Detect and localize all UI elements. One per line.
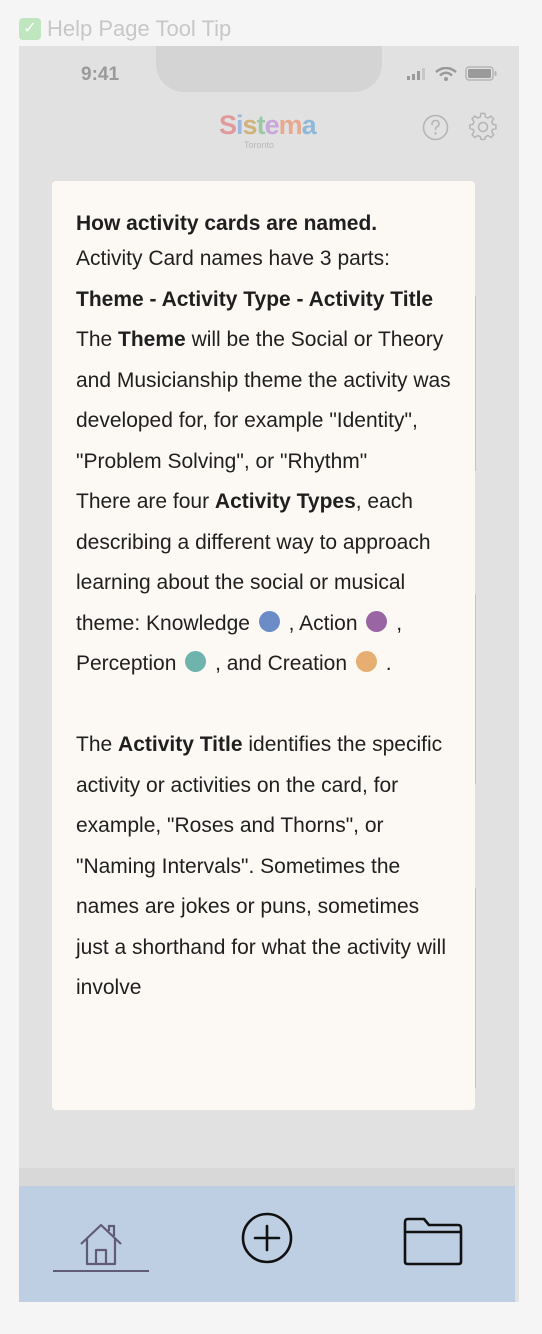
theme-term: Theme: [118, 328, 186, 351]
activity-title-paragraph: The Activity Title identifies the specif…: [76, 725, 451, 1009]
phone-notch: [156, 46, 382, 92]
type-separator: , and: [209, 652, 262, 675]
title-prefix: The: [76, 733, 113, 756]
signal-icon: [407, 67, 425, 80]
tab-home[interactable]: [53, 1186, 149, 1302]
tooltip-pattern: Theme - Activity Type - Activity Title: [76, 280, 451, 321]
folder-icon[interactable]: [402, 1216, 464, 1266]
gear-icon[interactable]: [468, 112, 498, 142]
creation-dot-icon: [355, 651, 377, 672]
status-time: 9:41: [81, 64, 120, 85]
logo-letter: t: [256, 110, 266, 140]
type-separator: ,: [390, 611, 403, 635]
brand-subtitle: Toronto: [243, 140, 275, 150]
help-tooltip: How activity cards are named. Activity C…: [52, 181, 475, 1110]
name-pattern: Theme - Activity Type - Activity Title: [76, 287, 434, 311]
type-separator: .: [379, 652, 392, 675]
theme-paragraph: The Theme will be the Social or Theory a…: [76, 320, 451, 482]
active-tab-indicator: [53, 1270, 149, 1272]
title-term: Activity Title: [118, 733, 243, 756]
frame-title-text: Help Page Tool Tip: [47, 16, 232, 41]
brand-logo-text: Sistema: [219, 110, 317, 140]
logo-letter: m: [278, 110, 303, 140]
question-circle-icon[interactable]: [422, 114, 449, 141]
activity-type-knowledge: Knowledge: [146, 611, 250, 635]
plus-circle-icon[interactable]: [239, 1210, 295, 1266]
battery-icon: [465, 66, 497, 81]
theme-prefix: The: [76, 328, 113, 351]
type-separator: ,: [282, 611, 295, 635]
perception-dot-icon: [185, 651, 207, 672]
activity-type-creation: Creation: [267, 652, 348, 675]
action-dot-icon: [366, 610, 388, 632]
home-icon: [80, 1223, 122, 1266]
tooltip-body: Activity Card names have 3 parts: Theme …: [76, 239, 451, 1009]
knowledge-dot-icon: [258, 610, 280, 632]
activity-type-perception: Perception: [76, 652, 177, 675]
logo-letter: S: [219, 110, 237, 140]
activity-types-paragraph: There are four Activity Types, each desc…: [76, 482, 451, 685]
check-icon: ✓: [19, 18, 41, 40]
phone-screen: 9:41 Sistema Toronto How activity cards …: [19, 46, 519, 1302]
tooltip-intro: Activity Card names have 3 parts:: [76, 247, 390, 270]
tab-bar-divider: [19, 1168, 515, 1186]
title-description: identifies the specific activity or acti…: [76, 733, 447, 999]
types-term: Activity Types: [214, 490, 356, 513]
status-icons: [407, 66, 497, 81]
tooltip-heading: How activity cards are named.: [76, 212, 378, 235]
wifi-icon: [435, 66, 457, 81]
logo-letter: a: [301, 110, 317, 140]
brand-logo: Sistema Toronto: [219, 110, 317, 150]
bottom-tab-bar: [19, 1186, 515, 1302]
frame-title: ✓ Help Page Tool Tip: [19, 16, 231, 42]
activity-type-action: Action: [299, 611, 358, 635]
logo-letter: s: [242, 110, 258, 140]
types-prefix: There are four: [76, 490, 210, 513]
spacer-line: [76, 685, 451, 726]
logo-letter: e: [264, 110, 280, 140]
